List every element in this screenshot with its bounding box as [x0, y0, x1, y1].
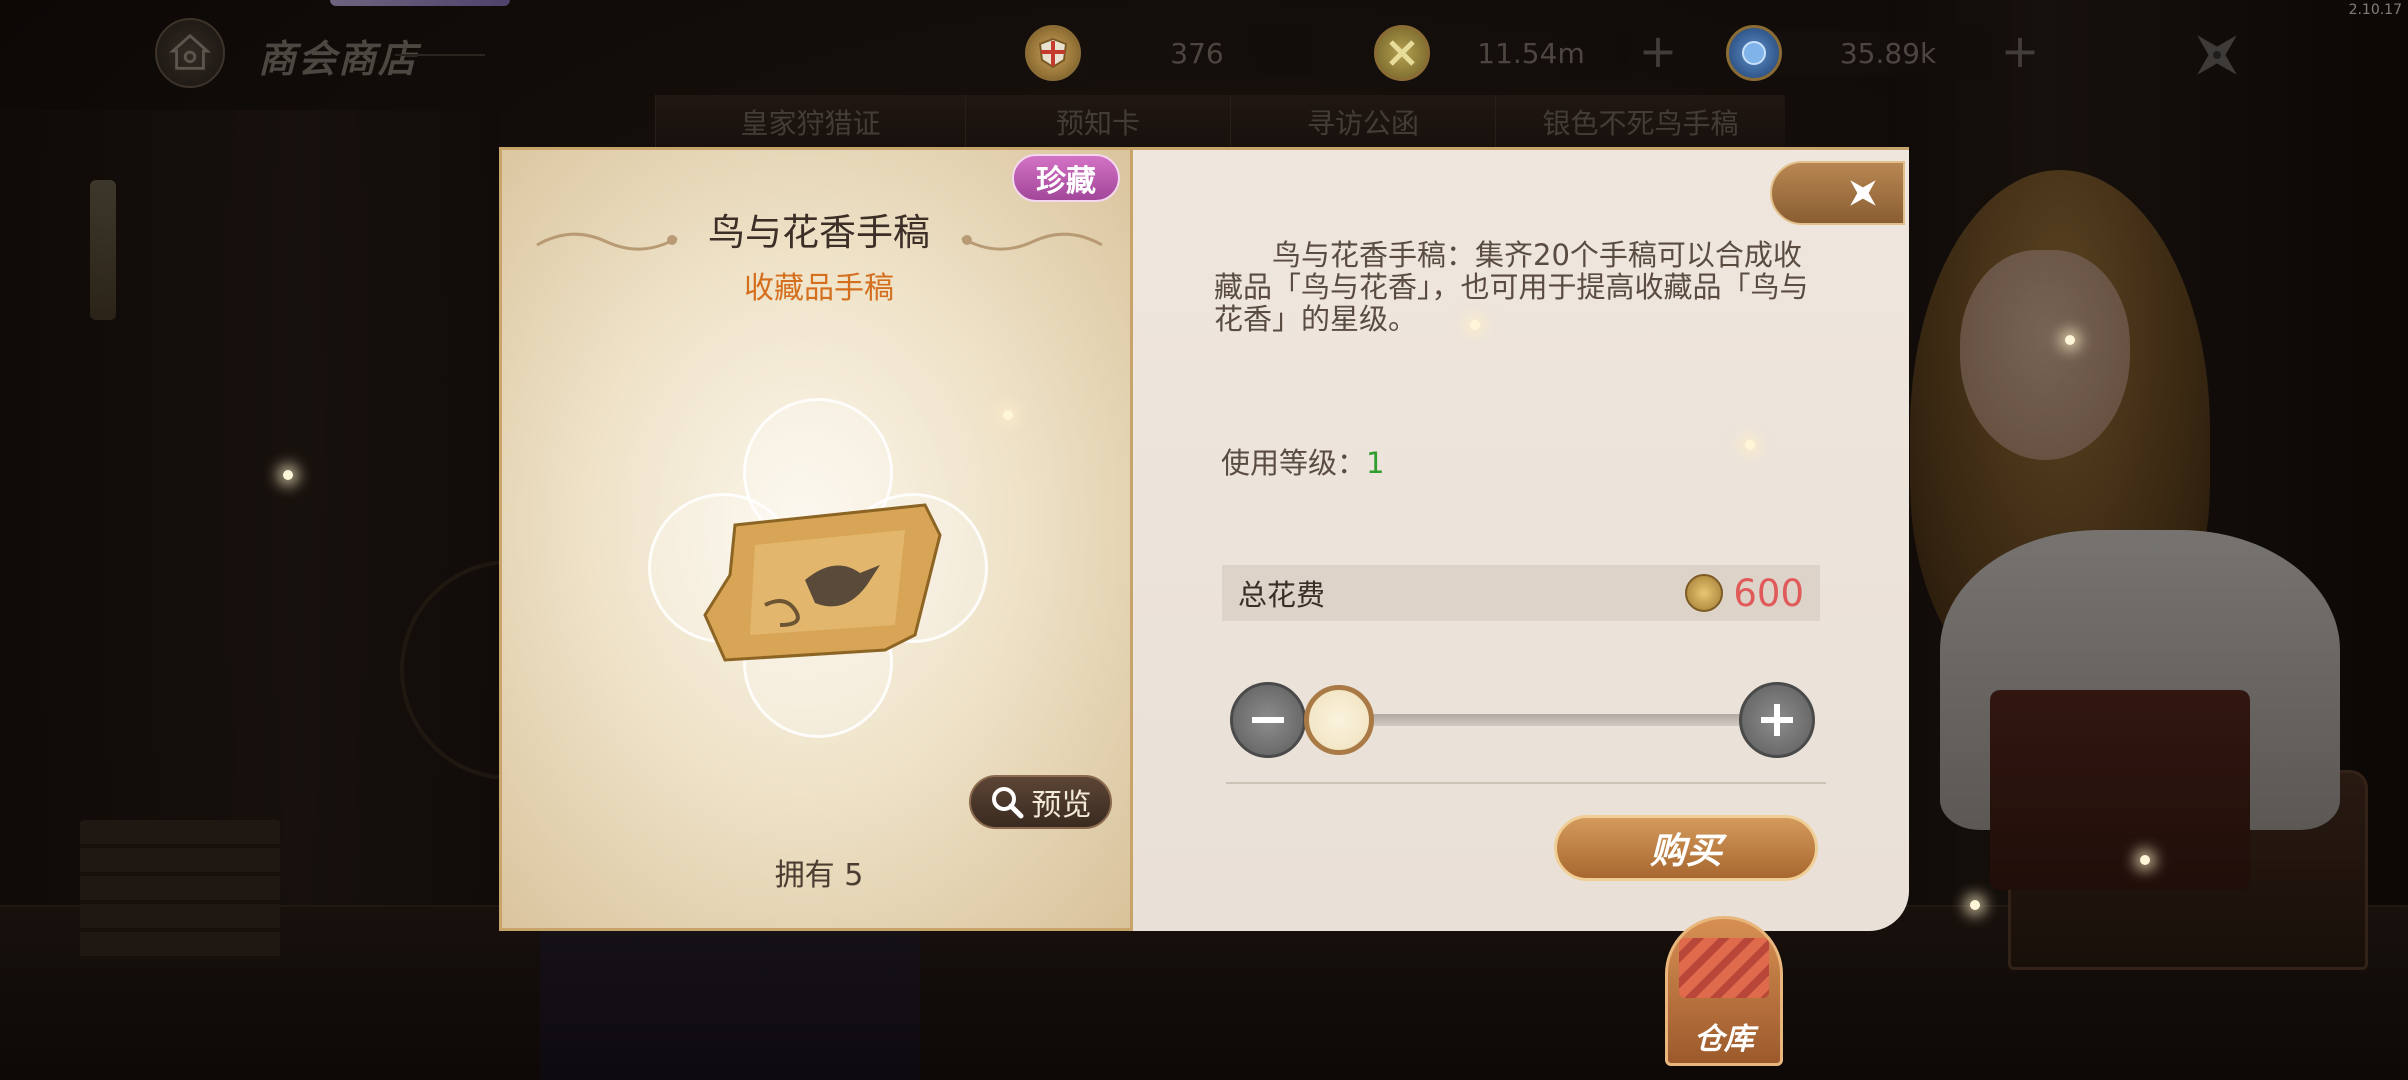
rarity-badge: 珍藏: [1012, 154, 1120, 202]
owned-count: 拥有 5: [774, 858, 864, 893]
close-icon: [1850, 180, 1876, 206]
close-dialog-button[interactable]: [1770, 161, 1905, 225]
search-icon: [991, 787, 1023, 819]
sparkle: [1745, 440, 1755, 450]
quantity-slider[interactable]: [1230, 682, 1815, 758]
manuscript-item-image: [703, 503, 942, 662]
item-showcase: 珍藏 鸟与花香手稿 收藏品手稿 预览 拥有 5: [499, 147, 1133, 931]
warehouse-label: 仓库: [1694, 1022, 1754, 1057]
divider: [1226, 782, 1826, 784]
buy-button[interactable]: 购买: [1554, 815, 1818, 881]
warehouse-button[interactable]: 仓库: [1665, 916, 1783, 1066]
increase-quantity-button[interactable]: [1739, 682, 1815, 758]
preview-button[interactable]: 预览: [969, 775, 1112, 829]
sparkle: [1003, 410, 1013, 420]
sparkle: [1470, 320, 1480, 330]
level-label: 使用等级：: [1221, 446, 1367, 480]
sparkle: [2140, 855, 2150, 865]
use-level: 使用等级：1: [1221, 440, 1384, 482]
decrease-quantity-button[interactable]: [1230, 682, 1306, 758]
blue-gem-icon: [1726, 25, 1782, 81]
gold-emblem-icon: [1374, 25, 1430, 81]
plus-icon: [1761, 704, 1793, 736]
sparkle: [2065, 335, 2075, 345]
item-name: 鸟与花香手稿: [708, 211, 930, 254]
level-value: 1: [1366, 446, 1385, 480]
sparkle: [1970, 900, 1980, 910]
item-purchase-dialog: 珍藏 鸟与花香手稿 收藏品手稿 预览 拥有 5 鸟与花香手稿：集齐20个手稿可以…: [499, 147, 1909, 931]
crest-coin-icon: [1685, 574, 1724, 612]
buy-label: 购买: [1649, 830, 1722, 872]
minus-icon: [1252, 717, 1284, 723]
sparkle: [283, 470, 293, 480]
item-description: 鸟与花香手稿：集齐20个手稿可以合成收藏品「鸟与花香」，也可用于提高收藏品「鸟与…: [1214, 238, 1809, 336]
total-cost-row: 总花费 600: [1222, 565, 1820, 621]
crest-coin-icon: [1025, 25, 1081, 81]
item-type: 收藏品手稿: [744, 271, 894, 306]
cost-label: 总花费: [1238, 578, 1326, 612]
slider-knob[interactable]: [1304, 685, 1374, 755]
warehouse-icon: [1679, 938, 1769, 998]
cost-value: 600: [1733, 571, 1804, 615]
preview-label: 预览: [1031, 788, 1092, 823]
